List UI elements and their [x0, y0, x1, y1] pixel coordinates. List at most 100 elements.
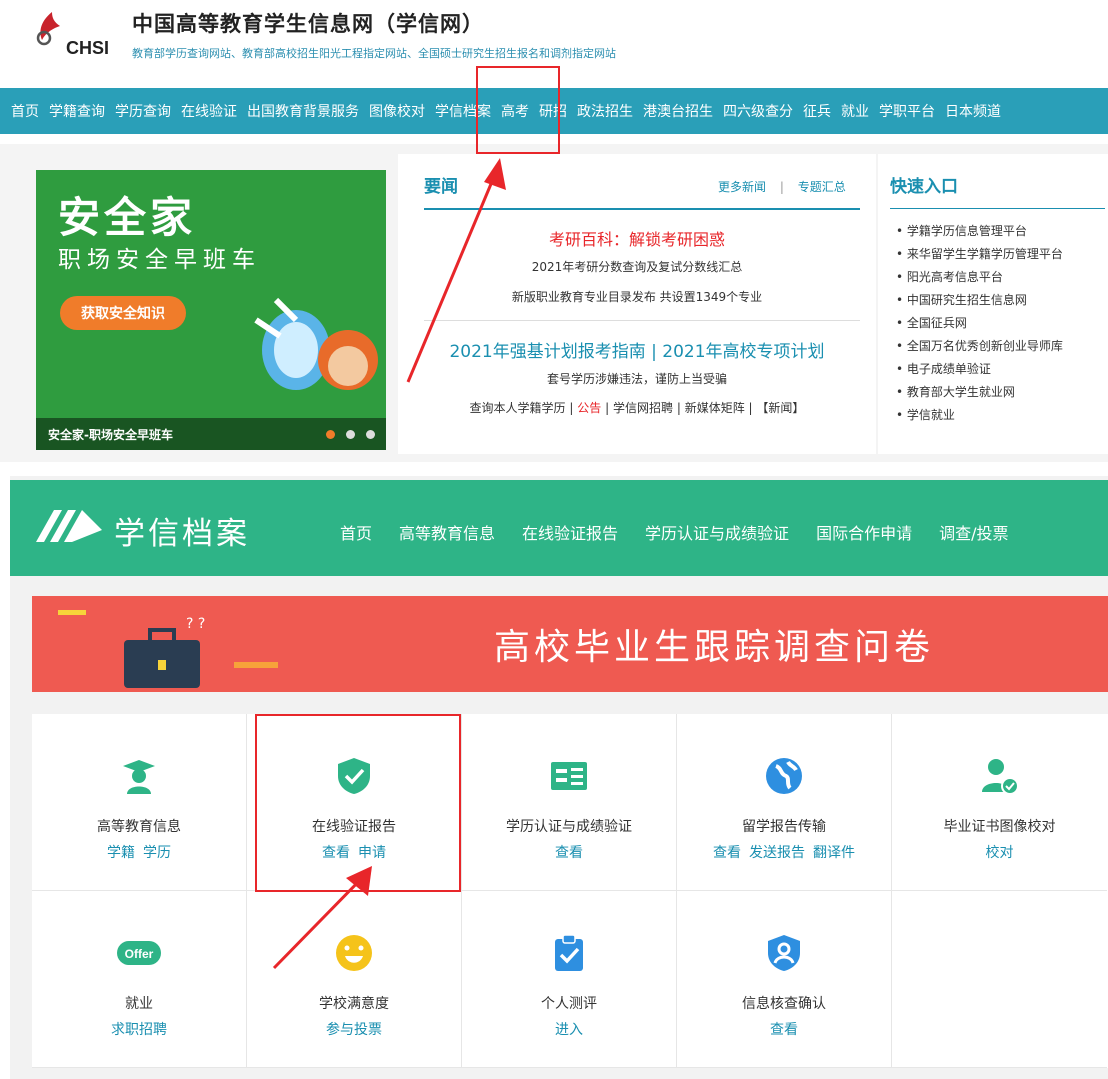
site-subtitle: 教育部学历查询网站、教育部高校招生阳光工程指定网站、全国硕士研究生招生报名和调剂…	[132, 47, 616, 60]
xuexin-header: 学信档案 首页 高等教育信息 在线验证报告 学历认证与成绩验证 国际合作申请 调…	[10, 480, 1108, 576]
banner-title: 安全家	[58, 193, 197, 242]
quick-entry-item[interactable]: • 教育部大学生就业网	[896, 381, 1063, 404]
xuexin-title[interactable]: 学信档案	[114, 508, 250, 553]
link-news[interactable]: 【新闻】	[756, 401, 804, 415]
survey-title: 高校毕业生跟踪调查问卷	[494, 627, 935, 668]
send-report-link[interactable]: 发送报告	[749, 845, 805, 861]
quick-entry: 快速入口 • 学籍学历信息管理平台 • 来华留学生学籍学历管理平台 • 阳光高考…	[878, 154, 1108, 454]
xuexin-nav-item[interactable]: 在线验证报告	[522, 520, 618, 544]
quick-divider	[890, 208, 1105, 209]
svg-text:Offer: Offer	[125, 947, 154, 961]
id-card-icon	[551, 762, 587, 790]
xuexin-nav-item[interactable]: 首页	[340, 520, 372, 544]
translation-link[interactable]: 翻译件	[813, 845, 855, 861]
site-title[interactable]: 中国高等教育学生信息网（学信网）	[132, 8, 484, 38]
promo-banner[interactable]: 安全家 职场安全早班车 获取安全知识 安全家-职场安全早班车	[36, 170, 386, 450]
briefcase-icon: ? ?	[58, 610, 278, 688]
top-nav-item[interactable]: 征兵	[803, 101, 831, 121]
more-news-link[interactable]: 更多新闻	[718, 180, 766, 194]
jobs-link[interactable]: 求职招聘	[111, 1022, 167, 1038]
top-nav-item[interactable]: 学籍查询	[49, 101, 105, 121]
top-nav-item[interactable]: 日本频道	[945, 101, 1001, 121]
carousel-dot[interactable]	[326, 430, 335, 439]
graduate-icon	[123, 760, 155, 794]
service-higher-education[interactable]: 高等教育信息 学籍 学历	[32, 714, 247, 891]
quick-entry-item[interactable]: • 中国研究生招生信息网	[896, 289, 1063, 312]
service-title: 毕业证书图像校对	[943, 819, 1056, 835]
service-title: 信息核查确认	[742, 996, 826, 1012]
banner-button[interactable]: 获取安全知识	[60, 296, 186, 330]
top-nav-item[interactable]: 四六级查分	[723, 101, 793, 121]
quick-entry-item[interactable]: • 学信就业	[896, 404, 1063, 427]
annotation-arrow-icon	[272, 866, 372, 970]
banner-subtitle: 职场安全早班车	[58, 247, 261, 273]
top-nav-item[interactable]: 学职平台	[879, 101, 935, 121]
quick-entry-item[interactable]: • 学籍学历信息管理平台	[896, 220, 1063, 243]
quick-entry-title: 快速入口	[890, 177, 958, 197]
top-nav-item[interactable]: 港澳台招生	[643, 101, 713, 121]
xuexin-nav-item[interactable]: 高等教育信息	[399, 520, 495, 544]
separator: |	[748, 401, 753, 415]
quick-entry-item[interactable]: • 电子成绩单验证	[896, 358, 1063, 381]
carousel-dot[interactable]	[366, 430, 375, 439]
service-certificate-image-check[interactable]: 毕业证书图像校对 校对	[892, 714, 1107, 891]
service-title: 学历认证与成绩验证	[506, 819, 632, 835]
quick-entry-item[interactable]: • 全国征兵网	[896, 312, 1063, 335]
top-nav-item[interactable]: 政法招生	[577, 101, 633, 121]
vote-link[interactable]: 参与投票	[326, 1022, 382, 1038]
separator: |	[676, 401, 681, 415]
service-study-abroad-report[interactable]: 留学报告传输 查看 发送报告 翻译件	[677, 714, 892, 891]
top-nav-item[interactable]: 学历查询	[115, 101, 171, 121]
service-title: 就业	[125, 996, 153, 1012]
offer-icon: Offer	[117, 941, 161, 965]
clipboard-check-icon	[555, 934, 583, 971]
view-link[interactable]: 查看	[555, 845, 583, 861]
link-query-record[interactable]: 查询本人学籍学历	[470, 401, 566, 415]
carousel-dot[interactable]	[346, 430, 355, 439]
service-degree-certification[interactable]: 学历认证与成绩验证 查看	[462, 714, 677, 891]
enter-link[interactable]: 进入	[555, 1022, 583, 1038]
top-nav-item[interactable]: 就业	[841, 101, 869, 121]
service-personal-assessment[interactable]: 个人测评 进入	[462, 891, 677, 1068]
action-link[interactable]: 学籍	[107, 845, 135, 861]
top-nav-item[interactable]: 出国教育背景服务	[247, 101, 359, 121]
svg-text:? ?: ? ?	[186, 616, 205, 632]
separator: |	[779, 180, 784, 194]
xuexin-nav-item[interactable]: 调查/投票	[939, 520, 1008, 544]
megaphone-icon	[254, 297, 378, 390]
view-link[interactable]: 查看	[713, 845, 741, 861]
check-link[interactable]: 校对	[986, 845, 1014, 861]
link-jobs[interactable]: 学信网招聘	[613, 401, 673, 415]
top-nav-item[interactable]: 首页	[11, 101, 39, 121]
user-shield-icon	[768, 935, 800, 971]
annotation-arrow-icon	[406, 158, 506, 383]
top-nav-item[interactable]: 在线验证	[181, 101, 237, 121]
separator: |	[605, 401, 610, 415]
topics-link[interactable]: 专题汇总	[798, 180, 846, 194]
service-employment[interactable]: Offer 就业 求职招聘	[32, 891, 247, 1068]
quick-entry-item[interactable]: • 来华留学生学籍学历管理平台	[896, 243, 1063, 266]
quick-entry-item[interactable]: • 阳光高考信息平台	[896, 266, 1063, 289]
survey-banner[interactable]: ? ? 高校毕业生跟踪调查问卷	[32, 596, 1108, 692]
xuexin-nav-item[interactable]: 国际合作申请	[816, 520, 912, 544]
separator: |	[569, 401, 574, 415]
service-title: 高等教育信息	[97, 819, 181, 835]
view-link[interactable]: 查看	[770, 1022, 798, 1038]
link-notice[interactable]: 公告	[577, 401, 601, 415]
action-link[interactable]: 学历	[143, 845, 171, 861]
service-title: 个人测评	[541, 996, 597, 1012]
link-media[interactable]: 新媒体矩阵	[685, 401, 745, 415]
service-title: 学校满意度	[319, 996, 389, 1012]
logo-text[interactable]: CHSI	[66, 38, 109, 59]
globe-icon	[766, 758, 802, 794]
xuexin-nav-item[interactable]: 学历认证与成绩验证	[645, 520, 789, 544]
quick-entry-item[interactable]: • 全国万名优秀创新创业导师库	[896, 335, 1063, 358]
top-nav-item[interactable]: 图像校对	[369, 101, 425, 121]
user-check-icon	[981, 759, 1019, 795]
chsi-homepage: CHSI 中国高等教育学生信息网（学信网） 教育部学历查询网站、教育部高校招生阳…	[0, 0, 1108, 462]
service-info-verification[interactable]: 信息核查确认 查看	[677, 891, 892, 1068]
xuexin-nav: 首页 高等教育信息 在线验证报告 学历认证与成绩验证 国际合作申请 调查/投票	[340, 520, 1035, 544]
xuexin-archive-page: 学信档案 首页 高等教育信息 在线验证报告 学历认证与成绩验证 国际合作申请 调…	[10, 476, 1108, 1079]
service-title: 留学报告传输	[742, 819, 826, 835]
xuexin-logo-icon[interactable]	[32, 506, 104, 546]
